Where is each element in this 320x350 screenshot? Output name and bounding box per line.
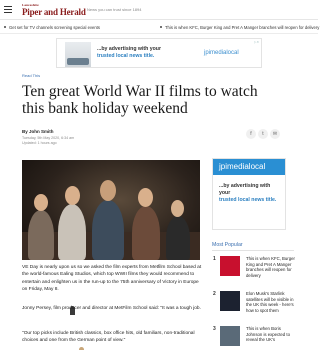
ad-banner-top[interactable]: ▷✕ ...by advertising with your trusted l… [56,38,262,350]
ticker-item[interactable]: Get set for TV channels screening specia… [9,25,100,30]
share-facebook-icon[interactable]: f [246,129,256,139]
ad-text-line2: trusted local news title. [219,197,277,203]
most-popular-heading: Most Popular [212,242,243,248]
ad-text-line2: trusted local news title. [97,53,155,59]
popular-headline[interactable]: This is when Boris Johnson is expected t… [246,326,298,343]
article-headline: Ten great World War II films to watch th… [22,83,258,117]
ticker-item[interactable]: This is when KFC, Burger King and Pret A… [165,25,319,30]
ad-image [65,42,91,350]
divider [212,250,294,251]
popular-rank: 3 [213,326,216,332]
popular-thumbnail[interactable] [220,291,240,311]
ad-sidebar[interactable]: jpimedialocal ...by advertising with you… [212,158,286,230]
popular-headline[interactable]: This is when KFC, Burger King and Pret A… [246,256,298,278]
popular-thumbnail[interactable] [220,326,240,346]
article-paragraph: VE Day is nearly upon us so we asked the… [22,265,202,292]
popular-rank: 2 [213,291,216,297]
popular-item[interactable]: 3 This is when Boris Johnson is expected… [212,326,296,350]
ad-logo: jpimedialocal [204,50,239,56]
published-date: Tuesday, 5th May 2020, 6:34 am [22,136,75,140]
ad-brand-bar: jpimedialocal [213,159,285,175]
popular-headline[interactable]: Elon Musk's Starlink satellites will be … [246,291,298,313]
ad-logo: jpimedialocal [219,162,266,171]
popular-item[interactable]: 1 This is when KFC, Burger King and Pret… [212,256,296,284]
share-email-icon[interactable]: ✉ [270,129,280,139]
bullet-icon [4,26,6,28]
article-hero-image [22,160,200,260]
menu-icon[interactable] [4,6,12,13]
popular-item[interactable]: 2 Elon Musk's Starlink satellites will b… [212,291,296,319]
site-header: Lancashire Piper and Herald News you can… [0,0,318,20]
article-paragraph: "Our top picks include British classics,… [22,331,195,344]
ad-text-line1: ...by advertising with your [97,46,161,52]
bullet-icon [160,26,162,28]
popular-thumbnail[interactable] [220,256,240,276]
site-logo[interactable]: Piper and Herald [22,7,86,17]
author-byline[interactable]: By John Smith [22,129,54,134]
updated-date: Updated: 1 hours ago [22,141,57,145]
popular-rank: 1 [213,256,216,262]
section-link[interactable]: Read This [22,73,40,78]
article-paragraph: Jonny Persey, film producer and director… [22,306,201,311]
ad-text-line1: ...by advertising with your [219,183,271,196]
share-twitter-icon[interactable]: t [258,129,268,139]
adchoices-icon[interactable]: ▷✕ [254,40,259,44]
site-tagline: News you can trust since 1894 [87,7,142,12]
news-ticker: Get set for TV channels screening specia… [0,22,319,34]
